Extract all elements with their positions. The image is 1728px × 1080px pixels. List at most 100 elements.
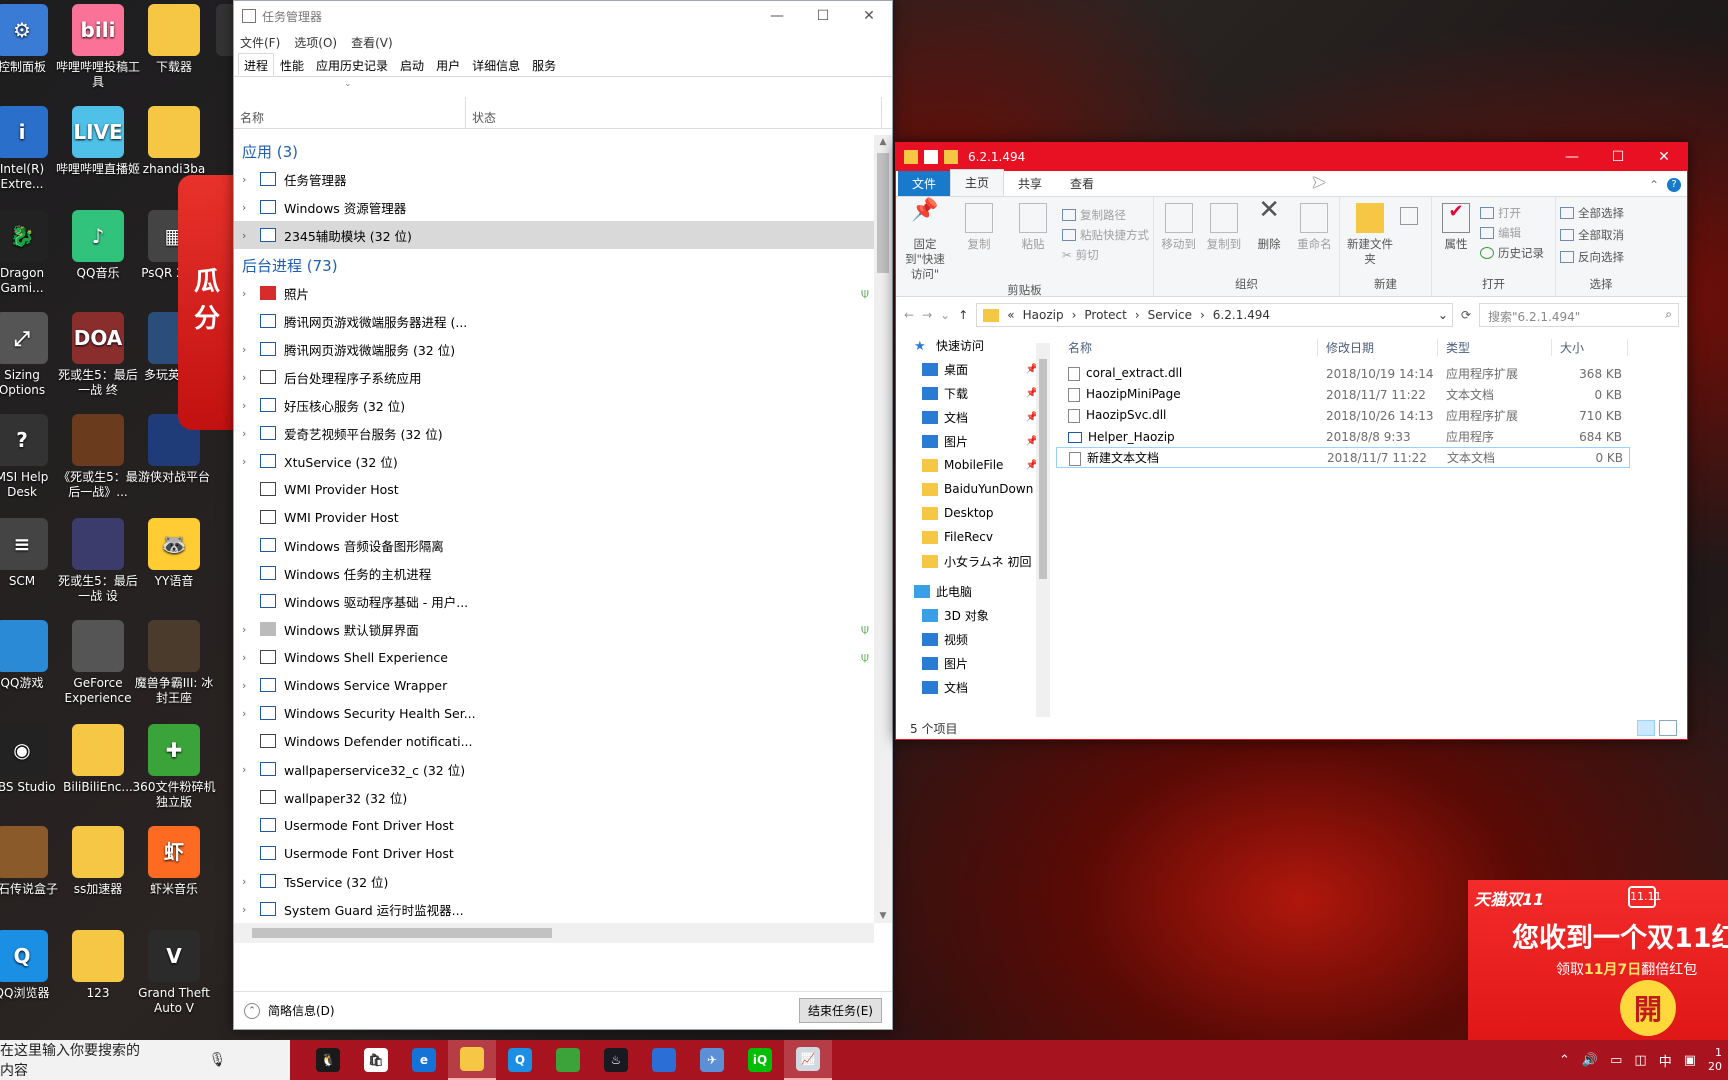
process-row[interactable]: Windows 驱动程序基础 - 用户...: [234, 587, 874, 615]
cut-button[interactable]: ✂ 剪切: [1062, 245, 1149, 265]
file-explorer-window[interactable]: 6.2.1.494 — ☐ ✕ 文件 主页 共享 查看 ⌃? 📌 固定到"快速访问" 复…: [895, 142, 1688, 740]
file-row[interactable]: HaozipSvc.dll 2018/10/26 14:13 应用程序扩展 710 K…: [1056, 405, 1687, 426]
edit-button[interactable]: 编辑: [1480, 223, 1544, 243]
column-header-size[interactable]: 大小: [1552, 339, 1628, 356]
process-row[interactable]: › 照片 ⍦: [234, 279, 874, 307]
copy-path-button[interactable]: 复制路径: [1062, 205, 1149, 225]
nav-scroll-thumb[interactable]: [1039, 359, 1047, 579]
process-row[interactable]: › Windows 默认锁屏界面 ⍦: [234, 615, 874, 643]
nav-item[interactable]: 下载 📌: [896, 381, 1044, 405]
desktop-icon[interactable]: 🐉 Dragon Gami...: [0, 210, 64, 296]
desktop-icon[interactable]: ♪ QQ音乐: [56, 210, 140, 281]
chevron-up-icon[interactable]: ⌃: [1559, 1053, 1570, 1068]
new-folder-button[interactable]: 新建文件夹: [1344, 203, 1396, 276]
process-row[interactable]: › wallpaperservice32_c (32 位): [234, 755, 874, 783]
taskbar-app[interactable]: [448, 1040, 496, 1080]
new-item-icon[interactable]: [1400, 207, 1418, 225]
volume-icon[interactable]: 🔊: [1582, 1053, 1598, 1068]
ad-open-button[interactable]: 開: [1620, 980, 1676, 1036]
tab[interactable]: 详细信息: [466, 53, 526, 76]
tray-app-icon[interactable]: ▣: [1684, 1053, 1696, 1068]
process-row[interactable]: Usermode Font Driver Host: [234, 811, 874, 839]
nav-item[interactable]: ★ 快速访问: [896, 333, 1044, 357]
task-manager-window[interactable]: 任务管理器 — ☐ ✕ 文件(F) 选项(O) 查看(V) 进程 性能 应用历史记录 启动…: [233, 0, 893, 1030]
taskbar-app[interactable]: iQ: [736, 1040, 784, 1080]
properties-quick-icon[interactable]: [924, 150, 938, 164]
column-header-name[interactable]: 名称: [1056, 339, 1318, 356]
promo-banner[interactable]: 瓜分: [178, 175, 240, 430]
ribbon-tab[interactable]: 文件: [898, 171, 951, 196]
breadcrumb[interactable]: 6.2.1.494: [1213, 308, 1270, 322]
scroll-thumb[interactable]: [877, 153, 889, 273]
chevron-right-icon[interactable]: ›: [242, 651, 260, 664]
process-row[interactable]: › XtuService (32 位): [234, 447, 874, 475]
menu-item[interactable]: 文件(F): [240, 34, 280, 51]
desktop-icon[interactable]: ss加速器: [56, 826, 140, 897]
close-icon[interactable]: ✕: [846, 1, 892, 31]
details-view-icon[interactable]: [1637, 720, 1655, 736]
process-row[interactable]: › 任务管理器: [234, 165, 874, 193]
desktop-icon[interactable]: 炉石传说盒子: [0, 826, 64, 897]
microphone-icon[interactable]: 🎙: [145, 1052, 290, 1068]
desktop-icon[interactable]: 死或生5：最后一战 设: [56, 518, 140, 604]
move-to-button[interactable]: 移动到: [1158, 203, 1199, 276]
rename-button[interactable]: 重命名: [1294, 203, 1335, 276]
process-row[interactable]: › 爱奇艺视频平台服务 (32 位): [234, 419, 874, 447]
explorer-titlebar[interactable]: 6.2.1.494 — ☐ ✕: [896, 143, 1687, 171]
tab[interactable]: 用户: [430, 53, 466, 76]
ribbon-tab[interactable]: 主页: [950, 169, 1005, 196]
scroll-up-icon[interactable]: ▲: [874, 137, 892, 147]
chevron-right-icon[interactable]: ›: [242, 763, 260, 776]
delete-button[interactable]: ✕ 删除: [1249, 197, 1290, 276]
pin-quick-access-button[interactable]: 📌 固定到"快速访问": [900, 200, 950, 282]
process-row[interactable]: › 后台处理程序子系统应用: [234, 363, 874, 391]
back-arrow-icon[interactable]: ←: [904, 308, 914, 322]
refresh-icon[interactable]: ⟳: [1461, 308, 1471, 322]
file-row[interactable]: Helper_Haozip 2018/8/8 9:33 应用程序 684 KB: [1056, 426, 1687, 447]
chevron-right-icon[interactable]: ›: [242, 455, 260, 468]
chevron-right-icon[interactable]: ›: [242, 201, 260, 214]
copy-to-button[interactable]: 复制到: [1203, 203, 1244, 276]
file-row[interactable]: coral_extract.dll 2018/10/19 14:14 应用程序扩展 3…: [1056, 363, 1687, 384]
nav-item[interactable]: 文档: [896, 675, 1044, 699]
desktop-icon[interactable]: BiliBiliEnc...: [56, 724, 140, 795]
chevron-right-icon[interactable]: ›: [242, 623, 260, 636]
taskbar-app[interactable]: ♨: [592, 1040, 640, 1080]
tab[interactable]: 服务: [526, 53, 562, 76]
chevron-right-icon[interactable]: ›: [242, 903, 260, 916]
select-all-button[interactable]: 全部选择: [1560, 203, 1642, 223]
address-bar[interactable]: « Haozip › Protect › Service › 6.2.1.494 ⌄: [976, 303, 1453, 327]
battery-icon[interactable]: ▭: [1610, 1053, 1622, 1068]
breadcrumb-arrow-icon[interactable]: ›: [1072, 308, 1077, 322]
tab[interactable]: 启动: [394, 53, 430, 76]
task-manager-titlebar[interactable]: 任务管理器 — ☐ ✕: [234, 1, 892, 31]
desktop-icon[interactable]: 123: [56, 930, 140, 1001]
nav-item[interactable]: BaiduYunDown: [896, 477, 1044, 501]
nav-item[interactable]: 视频: [896, 627, 1044, 651]
search-input[interactable]: 搜索"6.2.1.494" ⌕: [1479, 303, 1679, 327]
desktop-icon[interactable]: zhandi3ba: [132, 106, 216, 177]
process-group-header[interactable]: 后台进程 (73): [234, 249, 874, 279]
chevron-right-icon[interactable]: ›: [242, 427, 260, 440]
ribbon-tab[interactable]: 查看: [1056, 171, 1108, 196]
process-row[interactable]: › Windows Shell Experience ⍦: [234, 643, 874, 671]
taskbar-app[interactable]: 🛍: [352, 1040, 400, 1080]
chevron-up-icon[interactable]: ⌃: [1649, 178, 1659, 192]
desktop-icon[interactable]: 魔兽争霸III: 冰封王座: [132, 620, 216, 706]
process-row[interactable]: › 腾讯网页游戏微端服务 (32 位): [234, 335, 874, 363]
nav-item[interactable]: MobileFile 📌: [896, 453, 1044, 477]
process-row[interactable]: › TsService (32 位): [234, 867, 874, 895]
open-button[interactable]: 打开: [1480, 203, 1544, 223]
scroll-down-icon[interactable]: ▼: [874, 911, 892, 921]
nav-item[interactable]: 图片 📌: [896, 429, 1044, 453]
process-row[interactable]: Usermode Font Driver Host: [234, 839, 874, 867]
up-arrow-icon[interactable]: ↑: [958, 308, 968, 322]
select-none-button[interactable]: 全部取消: [1560, 225, 1642, 245]
desktop-icon[interactable]: ? MSI Help Desk: [0, 414, 64, 500]
desktop-icon[interactable]: LIVE 哔哩哔哩直播姬: [56, 106, 140, 177]
process-row[interactable]: WMI Provider Host: [234, 475, 874, 503]
invert-selection-button[interactable]: 反向选择: [1560, 247, 1642, 267]
nav-item[interactable]: FileRecv: [896, 525, 1044, 549]
minimize-icon[interactable]: —: [754, 1, 800, 31]
breadcrumb[interactable]: Service: [1148, 308, 1192, 322]
